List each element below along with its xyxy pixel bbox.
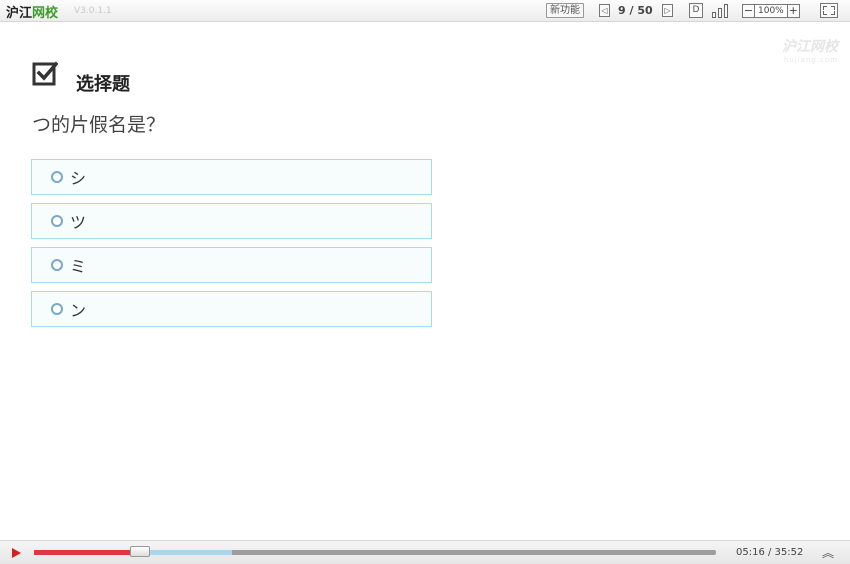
app-version: V3.0.1.1 [74, 6, 112, 16]
app-logo: 沪江网校 [6, 6, 59, 21]
option-label: ツ [70, 213, 87, 232]
radio-button[interactable] [51, 215, 63, 227]
signal-bars-icon[interactable] [712, 3, 732, 18]
next-page-button[interactable]: ▷ [662, 4, 673, 17]
zoom-out-button[interactable]: − [742, 3, 755, 18]
zoom-control: − 100% + [742, 3, 800, 18]
played-progress [34, 550, 135, 555]
option-3[interactable]: ミ [31, 247, 432, 283]
option-label: シ [70, 169, 87, 188]
zoom-in-button[interactable]: + [786, 3, 800, 18]
player-bar: 05:16 / 35:52 ︽ [0, 540, 850, 564]
radio-button[interactable] [51, 171, 63, 183]
d-button[interactable]: D [689, 3, 703, 18]
new-features-button[interactable]: 新功能 [546, 3, 584, 18]
play-icon[interactable] [12, 548, 21, 558]
radio-button[interactable] [51, 259, 63, 271]
progress-thumb[interactable] [130, 546, 151, 557]
page-counter: 9 / 50 [618, 4, 653, 17]
option-4[interactable]: ン [31, 291, 432, 327]
chevron-up-icon[interactable]: ︽ [822, 544, 834, 561]
checkbox-checked-icon [32, 61, 58, 86]
zoom-level: 100% [755, 3, 787, 18]
option-2[interactable]: ツ [31, 203, 432, 239]
option-label: ミ [70, 257, 87, 276]
section-title: 选择题 [76, 74, 130, 95]
prev-page-button[interactable]: ◁ [599, 4, 610, 17]
radio-button[interactable] [51, 303, 63, 315]
top-toolbar: 沪江网校 V3.0.1.1 新功能 ◁ 9 / 50 ▷ D − 100% + [0, 0, 850, 22]
question-text: つ的片假名是？ [32, 114, 166, 136]
watermark: 沪江网校 hujiang.com [782, 39, 838, 64]
option-label: ン [70, 301, 87, 320]
time-display: 05:16 / 35:52 [736, 547, 804, 558]
option-1[interactable]: シ [31, 159, 432, 195]
fullscreen-icon[interactable] [820, 3, 838, 18]
